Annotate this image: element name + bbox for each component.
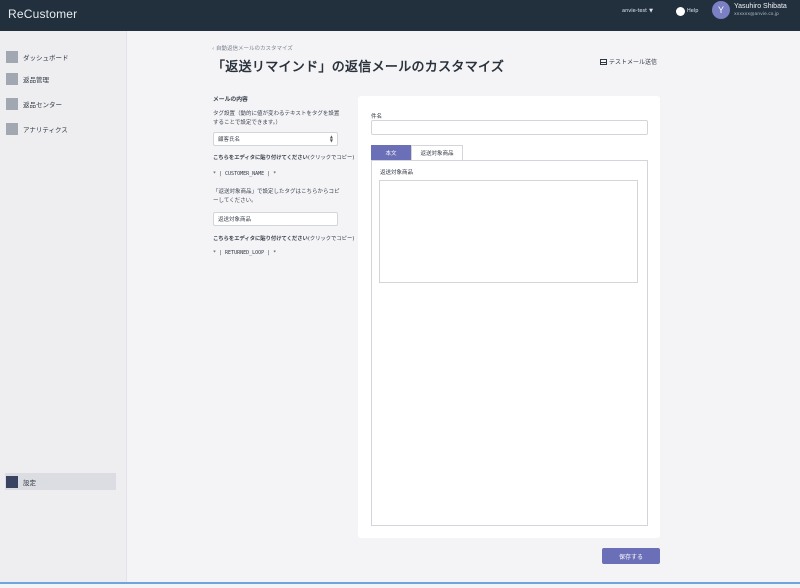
tag-select-value: 顧客氏名	[218, 137, 241, 143]
panel-label: 返送対象商品	[380, 170, 414, 176]
section-title: メールの内容	[213, 97, 248, 103]
test-mail-button[interactable]: テストメール送信	[600, 57, 657, 66]
paste-instruction-main: こちらをエディタに貼り付けてください	[213, 155, 308, 161]
sidebar-item-settings[interactable]: 設定	[5, 473, 116, 490]
returns-icon	[6, 73, 18, 85]
sidebar-item-analytics[interactable]: アナリティクス	[6, 122, 68, 136]
help-label: Help	[687, 8, 699, 14]
sidebar-item-label: 返品センター	[23, 101, 62, 109]
returned-items-tag-value: 返送対象商品	[218, 217, 252, 223]
tab-body[interactable]: 本文	[371, 145, 411, 160]
bottom-divider	[0, 582, 800, 584]
account-name: anvie-test	[622, 8, 648, 14]
top-bar: ReCustomer anvie-test ▼ Help Y Yasuhiro S…	[0, 0, 800, 31]
sidebar-item-return-center[interactable]: 返品センター	[6, 97, 62, 111]
dashboard-icon	[6, 51, 18, 63]
user-email: xxxxxx@anvie.co.jp	[734, 12, 779, 17]
select-arrows-icon: ▲ ▼	[329, 134, 333, 143]
sidebar-item-label: ダッシュボード	[23, 54, 69, 62]
subject-input[interactable]	[371, 120, 648, 135]
subject-label: 件名	[371, 114, 383, 120]
settings-icon	[6, 475, 18, 488]
sidebar-item-label: 返品管理	[23, 76, 49, 84]
returned-loop-tag[interactable]: * | RETURNED_LOOP | *	[213, 250, 276, 256]
breadcrumb-label: 自動返信メールのカスタマイズ	[215, 46, 293, 52]
breadcrumb[interactable]: ‹ 自動返信メールのカスタマイズ	[212, 44, 293, 52]
sidebar-item-label: 設定	[23, 478, 36, 487]
brand-logo[interactable]: ReCustomer	[8, 7, 77, 21]
tag-help-text: タグ設置（動的に値が変わるテキストをタグを設置することで設定できます。）	[213, 111, 340, 126]
email-editor-card: 件名 本文 返送対象商品 返送対象商品	[358, 96, 660, 538]
help-link[interactable]: Help	[676, 6, 698, 16]
account-switcher[interactable]: anvie-test ▼	[622, 8, 653, 14]
tab-panel: 返送対象商品	[371, 160, 648, 526]
mail-icon	[600, 58, 607, 65]
paste-instruction-main: こちらをエディタに貼り付けてください	[213, 236, 308, 242]
paste-instruction-sub: (クリックでコピー)	[307, 155, 355, 161]
customer-name-tag[interactable]: * | CUSTOMER_NAME | *	[213, 171, 276, 177]
tag-select[interactable]: 顧客氏名 ▲ ▼	[213, 132, 338, 146]
paste-instruction: こちらをエディタに貼り付けてください(クリックでコピー)	[213, 153, 354, 161]
avatar[interactable]: Y	[712, 1, 730, 19]
sidebar-item-dashboard[interactable]: ダッシュボード	[6, 50, 69, 64]
sidebar-item-returns[interactable]: 返品管理	[6, 72, 49, 86]
return-center-icon	[6, 98, 18, 110]
page-title: 「返送リマインド」の返信メールのカスタマイズ	[212, 60, 505, 75]
user-name: Yasuhiro Shibata	[734, 3, 787, 10]
returned-items-tag-input[interactable]: 返送対象商品	[213, 212, 338, 226]
returned-items-help-text: 「返送対象商品」で設定したタグはこちらからコピーしてください。	[213, 189, 340, 204]
analytics-icon	[6, 123, 18, 135]
tab-returned-items[interactable]: 返送対象商品	[411, 145, 463, 160]
help-icon	[676, 6, 685, 16]
sidebar-item-label: アナリティクス	[23, 126, 68, 134]
caret-down-icon: ▼	[649, 8, 653, 14]
body-editor-textarea[interactable]	[379, 180, 638, 283]
paste-instruction-sub: (クリックでコピー)	[307, 236, 355, 242]
save-button[interactable]: 保存する	[602, 548, 660, 564]
sidebar: ダッシュボード 返品管理 返品センター アナリティクス 設定	[0, 31, 127, 583]
paste-instruction: こちらをエディタに貼り付けてください(クリックでコピー)	[213, 234, 354, 242]
test-mail-label: テストメール送信	[609, 59, 658, 66]
